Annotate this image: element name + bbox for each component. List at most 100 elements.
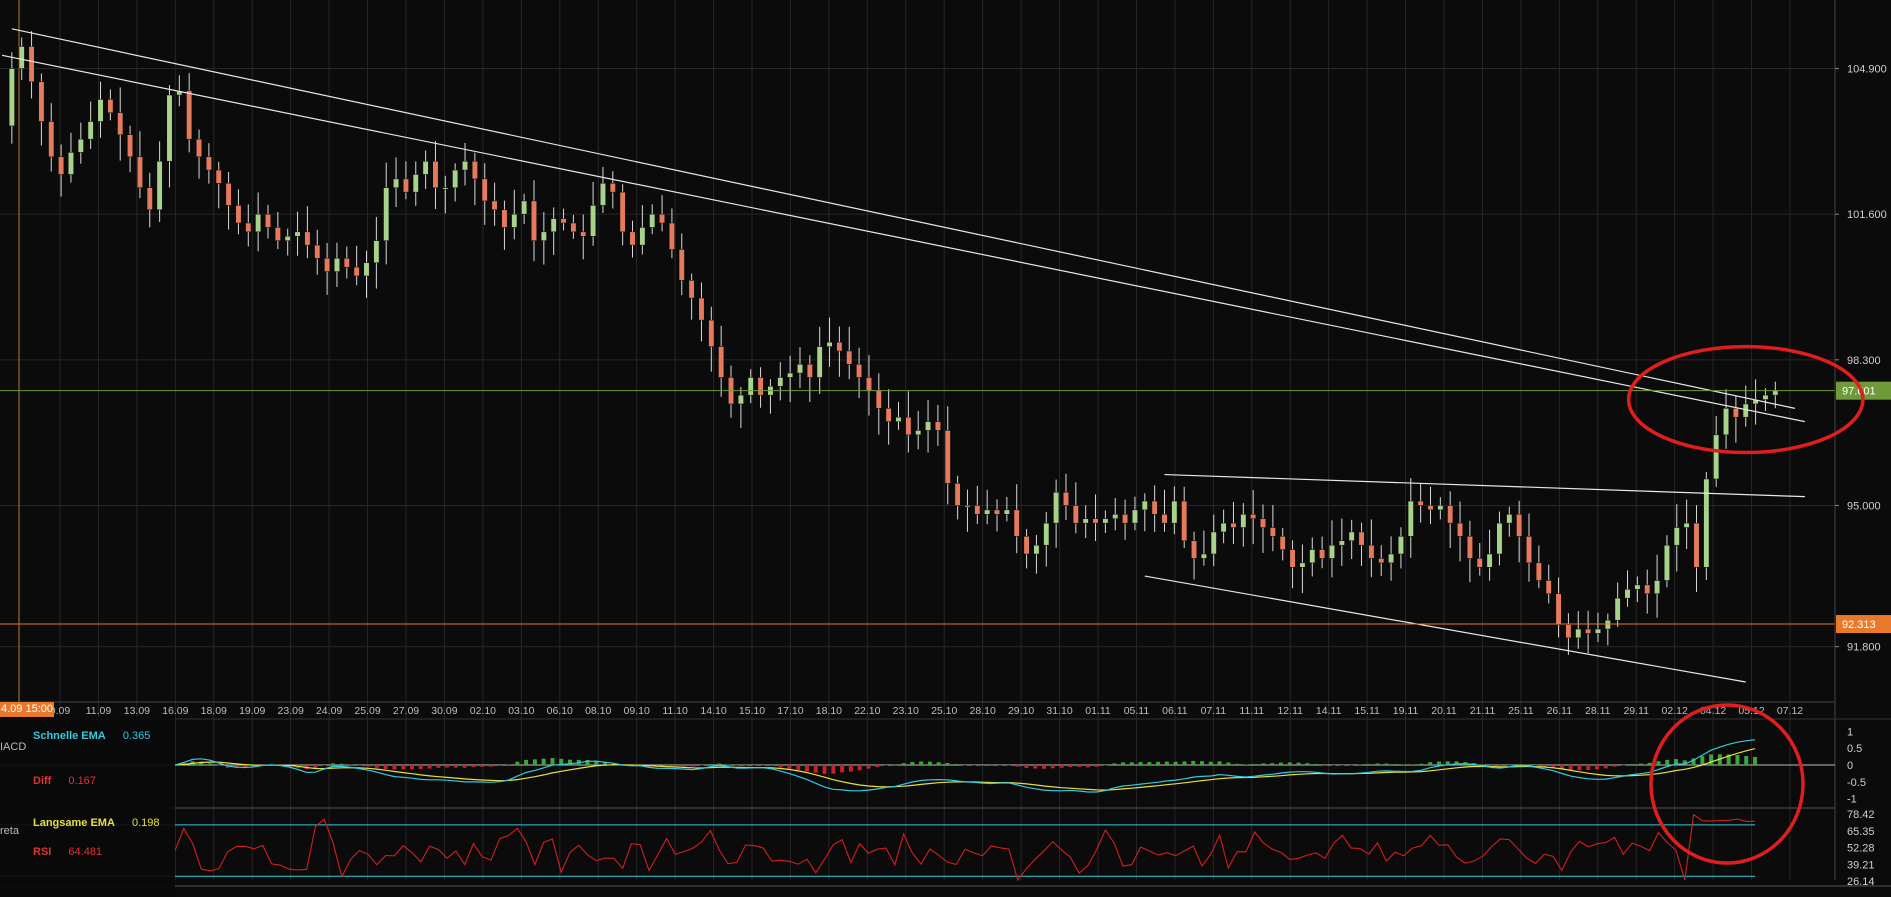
macd-histogram-bar [1279,762,1283,765]
candle-up [1772,390,1779,396]
macd-histogram-bar [1603,765,1608,769]
macd-histogram-bar [1507,765,1512,766]
time-tick-label: 15.11 [1354,705,1380,717]
macd-histogram-bar [787,765,792,769]
candle-up [777,377,784,387]
macd-histogram-bar [436,765,441,768]
candle-down [994,509,1000,515]
macd-histogram-bar [919,761,924,765]
candle-up [1703,478,1710,568]
macd-histogram-bar [971,765,976,766]
time-tick-label: 18.10 [816,705,842,717]
macd-histogram-bar [690,765,695,767]
time-tick-label: 23.09 [278,705,304,717]
candle-down [48,121,55,158]
macd-histogram-bar [1296,762,1301,765]
candle-up [462,160,468,171]
time-tick-label: 06.10 [547,705,573,717]
macd-histogram-bar [1226,762,1231,765]
candle-down [1279,536,1286,550]
macd-histogram-bar [410,765,414,770]
candle-up [1496,522,1503,555]
candle-down [1151,500,1158,515]
macd-histogram-bar [208,763,213,765]
macd-histogram-bar [1524,764,1529,765]
candle-up [925,421,932,431]
candle-down [856,363,863,378]
candle-down [186,90,193,140]
macd-histogram-bar [216,765,221,766]
candle-down [215,169,222,184]
candle-down [127,134,134,158]
macd-histogram-bar [1410,764,1415,765]
macd-histogram-bar [1665,759,1670,765]
time-tick-label: 05.11 [1124,705,1150,717]
candle-down [1289,549,1296,568]
candle-down [1072,505,1079,524]
macd-histogram-bar [840,765,845,773]
macd-histogram-bar [366,765,371,767]
candle-down [688,280,695,299]
candle-up [68,152,74,175]
macd-histogram-bar [331,763,335,765]
candle-down [1161,514,1168,524]
candle-up [87,121,94,140]
macd-histogram-bar [673,765,678,767]
candle-up [984,509,991,515]
candle-down [196,138,202,158]
macd-histogram-bar [1744,755,1749,765]
candle-up [1614,597,1621,621]
macd-histogram-bar [1533,765,1538,766]
candle-up [1634,584,1641,590]
candle-down [1555,593,1562,625]
macd-histogram-bar [1015,765,1020,767]
time-tick-label: 28.11 [1585,705,1611,717]
time-tick-label: 25.11 [1508,705,1534,717]
time-tick-label: 17.10 [777,705,803,717]
candle-down [481,178,488,202]
candle-down [1191,540,1198,559]
candle-up [797,363,803,374]
price-chart[interactable]: 104.900101.60098.30095.00091.80097.60192… [0,0,1891,897]
macd-tick-label: 0.5 [1847,743,1862,755]
candle-down [885,408,892,422]
macd-histogram-bar [401,765,406,770]
macd-histogram-bar [1208,761,1213,765]
candle-down [1732,408,1739,418]
macd-histogram-bar [884,765,888,766]
candle-down [1260,518,1266,528]
candle-up [1575,628,1582,639]
macd-histogram-bar [998,765,1003,766]
candle-up [1407,500,1414,537]
time-tick-label: 02.12 [1662,705,1688,717]
candle-up [1220,522,1227,533]
candle-down [1378,558,1385,564]
fast-ema-value: 0.365 [122,730,151,742]
candle-down [1516,514,1523,537]
macd-histogram-bar [1129,762,1134,765]
time-tick-label: 11.09 [86,705,112,717]
candle-up [393,178,400,188]
candle-up [1200,553,1207,559]
candle-up [1053,491,1060,524]
cursor-time-label: 4.09 15:00 [0,702,54,717]
macd-histogram-bar [1024,765,1029,769]
time-tick-label: 19.11 [1393,705,1419,717]
time-tick-label: 20.11 [1431,705,1457,717]
candle-up [363,262,370,277]
time-tick-label: 02.10 [470,705,496,717]
candle-down [501,209,508,228]
candle-down [1585,628,1592,634]
macd-histogram-bar [945,763,950,765]
candle-up [166,94,173,162]
candle-up [156,160,163,211]
macd-tick-label: 1 [1847,726,1853,738]
candle-down [1092,518,1099,524]
macd-histogram-bar [453,765,458,768]
macd-histogram-bar [392,765,397,770]
time-tick-label: 25.09 [354,705,380,717]
macd-histogram-bar [875,765,880,768]
candle-down [1269,527,1276,537]
macd-histogram-bar [980,765,985,766]
time-tick-label: 11.10 [662,705,688,717]
